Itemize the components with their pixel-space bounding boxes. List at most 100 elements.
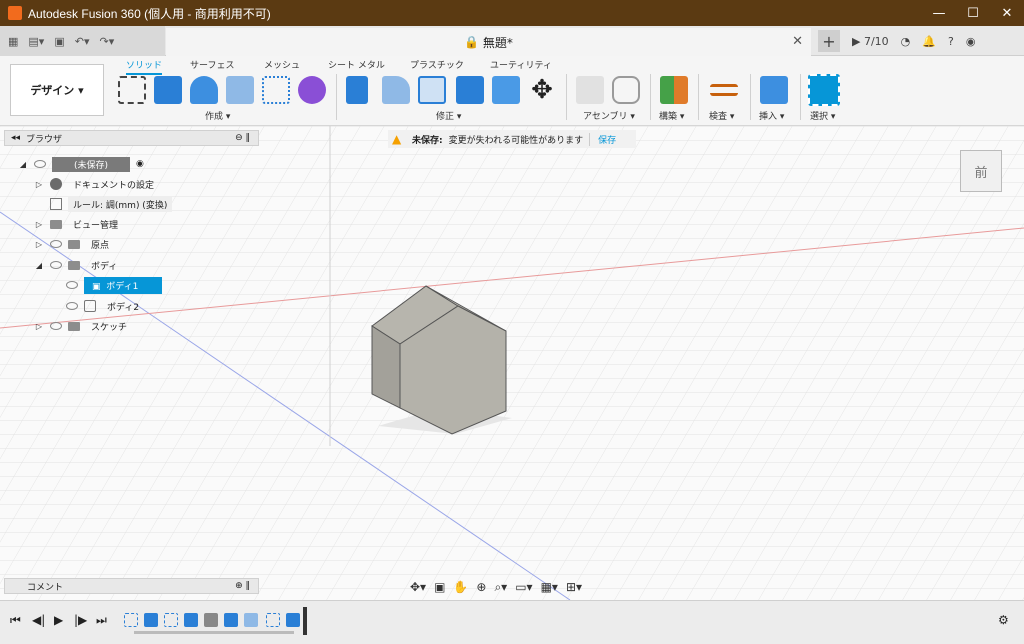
display-settings-icon[interactable]: ▭▾	[515, 580, 532, 594]
create-group-label[interactable]: 作成 ▾	[205, 109, 230, 122]
select-icon[interactable]	[808, 74, 840, 106]
visibility-icon[interactable]	[50, 322, 62, 330]
create-sketch-icon[interactable]	[118, 76, 146, 104]
combine-icon[interactable]	[456, 76, 484, 104]
orbit-icon[interactable]: ✥▾	[410, 580, 426, 594]
form-icon[interactable]	[298, 76, 326, 104]
select-group-label[interactable]: 選択 ▾	[810, 109, 835, 122]
timeline-extrude-icon[interactable]	[184, 613, 198, 627]
document-tab[interactable]: 🔒 無題* ✕	[166, 28, 811, 56]
tab-sheet-metal[interactable]: シート メタル	[328, 58, 385, 71]
fillet-icon[interactable]	[382, 76, 410, 104]
timeline-settings-gear-icon[interactable]: ⚙	[998, 613, 1009, 627]
expand-triangle-icon[interactable]: ▷	[34, 322, 44, 331]
tab-utility[interactable]: ユーティリティ	[490, 58, 552, 71]
browser-item-document-settings[interactable]: ▷ ドキュメントの設定	[34, 176, 159, 192]
timeline-sketch-icon[interactable]	[164, 613, 178, 627]
visibility-icon[interactable]	[50, 240, 62, 248]
visibility-icon[interactable]	[66, 302, 78, 310]
extrude-icon[interactable]	[154, 76, 182, 104]
move-icon[interactable]: ✥	[528, 76, 556, 104]
tab-mesh[interactable]: メッシュ	[264, 58, 300, 71]
visibility-icon[interactable]	[34, 160, 46, 168]
viewports-icon[interactable]: ⊞▾	[566, 580, 582, 594]
undo-icon[interactable]: ↶▾	[75, 35, 90, 48]
timeline-marker[interactable]	[303, 607, 307, 635]
close-icon[interactable]: ✕	[990, 0, 1024, 26]
browser-item-body1[interactable]: ▣ ボディ1	[66, 276, 163, 294]
step-forward-icon[interactable]: |▶	[74, 613, 87, 627]
go-to-start-icon[interactable]: ⏮	[10, 613, 21, 628]
notification-icon[interactable]: 🔔	[922, 35, 936, 48]
play-icon[interactable]: ▶	[54, 613, 63, 627]
workspace-switcher[interactable]: デザイン ▾	[10, 64, 104, 116]
viewcube[interactable]: 前	[960, 150, 1002, 192]
grid-settings-icon[interactable]: ▦▾	[541, 580, 558, 594]
browser-item-sketches[interactable]: ▷ スケッチ	[34, 318, 132, 334]
comments-panel[interactable]: コメント ⊕ ‖	[4, 578, 259, 594]
zoom-icon[interactable]: ⊕	[476, 580, 486, 594]
insert-group-label[interactable]: 挿入 ▾	[759, 109, 784, 122]
expand-triangle-icon[interactable]: ▷	[34, 220, 44, 229]
construct-group-label[interactable]: 構築 ▾	[659, 109, 684, 122]
browser-panel-header[interactable]: ◂◂ ブラウザ ⊖ ‖	[4, 130, 259, 146]
browser-item-body2[interactable]: ボディ2	[66, 298, 144, 314]
collapse-icon[interactable]: ◂◂	[11, 133, 20, 143]
joint-icon[interactable]	[612, 76, 640, 104]
expand-triangle-icon[interactable]: ▷	[34, 180, 44, 189]
fit-icon[interactable]: ⌕▾	[494, 580, 507, 595]
redo-icon[interactable]: ↷▾	[99, 35, 114, 48]
offset-face-icon[interactable]	[492, 76, 520, 104]
modify-group-label[interactable]: 修正 ▾	[436, 109, 461, 122]
measure-icon[interactable]	[710, 84, 738, 96]
grid-menu-icon[interactable]: ▦	[8, 35, 18, 48]
look-at-icon[interactable]: ▣	[434, 580, 445, 594]
save-icon[interactable]: ▣	[54, 35, 64, 48]
activate-radio-icon[interactable]: ◉	[136, 159, 144, 169]
collapse-triangle-icon[interactable]: ◢	[18, 160, 28, 169]
tab-solid[interactable]: ソリッド	[126, 58, 163, 75]
minimize-icon[interactable]: —	[922, 0, 956, 26]
avatar[interactable]: ◉	[966, 35, 976, 48]
file-icon[interactable]: ▤▾	[28, 35, 44, 48]
pan-icon[interactable]: ✋	[453, 580, 468, 594]
help-icon[interactable]: ?	[948, 35, 954, 48]
add-comment-icon[interactable]: ⊕ ‖	[235, 581, 250, 591]
browser-item-bodies[interactable]: ◢ ボディ	[34, 257, 122, 273]
clock-icon[interactable]: ◔	[901, 35, 911, 48]
timeline-split-icon[interactable]	[244, 613, 258, 627]
tab-surface[interactable]: サーフェス	[190, 58, 234, 71]
pattern-icon[interactable]	[262, 76, 290, 104]
expand-triangle-icon[interactable]: ▷	[34, 240, 44, 249]
timeline-extrude-icon[interactable]	[144, 613, 158, 627]
shell-icon[interactable]	[418, 76, 446, 104]
press-pull-icon[interactable]	[346, 76, 368, 104]
collapse-triangle-icon[interactable]: ◢	[34, 261, 44, 270]
timeline-scrollbar[interactable]	[134, 631, 294, 634]
offset-plane-icon[interactable]	[660, 76, 688, 104]
close-tab-icon[interactable]: ✕	[792, 34, 803, 49]
maximize-icon[interactable]: ☐	[956, 0, 990, 26]
save-link[interactable]: 保存	[589, 132, 616, 146]
job-status-icon[interactable]: ▶ 7/10	[852, 35, 889, 48]
browser-item-origin[interactable]: ▷ 原点	[34, 236, 114, 252]
timeline-sketch-icon[interactable]	[124, 613, 138, 627]
timeline-sketch-icon[interactable]	[266, 613, 280, 627]
visibility-icon[interactable]	[66, 281, 78, 289]
timeline-extrude-icon[interactable]	[286, 613, 300, 627]
new-tab-button[interactable]: +	[818, 30, 840, 52]
go-to-end-icon[interactable]: ⏭	[96, 613, 107, 628]
timeline-plane-icon[interactable]	[204, 613, 218, 627]
new-component-icon[interactable]	[576, 76, 604, 104]
assemble-group-label[interactable]: アセンブリ ▾	[583, 109, 635, 122]
browser-item-named-views[interactable]: ▷ ビュー管理	[34, 216, 123, 232]
timeline-extrude-icon[interactable]	[224, 613, 238, 627]
revolve-icon[interactable]	[190, 76, 218, 104]
hole-icon[interactable]	[226, 76, 254, 104]
insert-image-icon[interactable]	[760, 76, 788, 104]
minimize-panel-icon[interactable]: ⊖ ‖	[235, 133, 250, 143]
step-back-icon[interactable]: ◀|	[32, 613, 45, 627]
visibility-icon[interactable]	[50, 261, 62, 269]
browser-item-units[interactable]: ルール: 調(mm) (変換)	[50, 196, 173, 212]
browser-root-row[interactable]: ◢ (未保存) ◉	[18, 156, 144, 172]
